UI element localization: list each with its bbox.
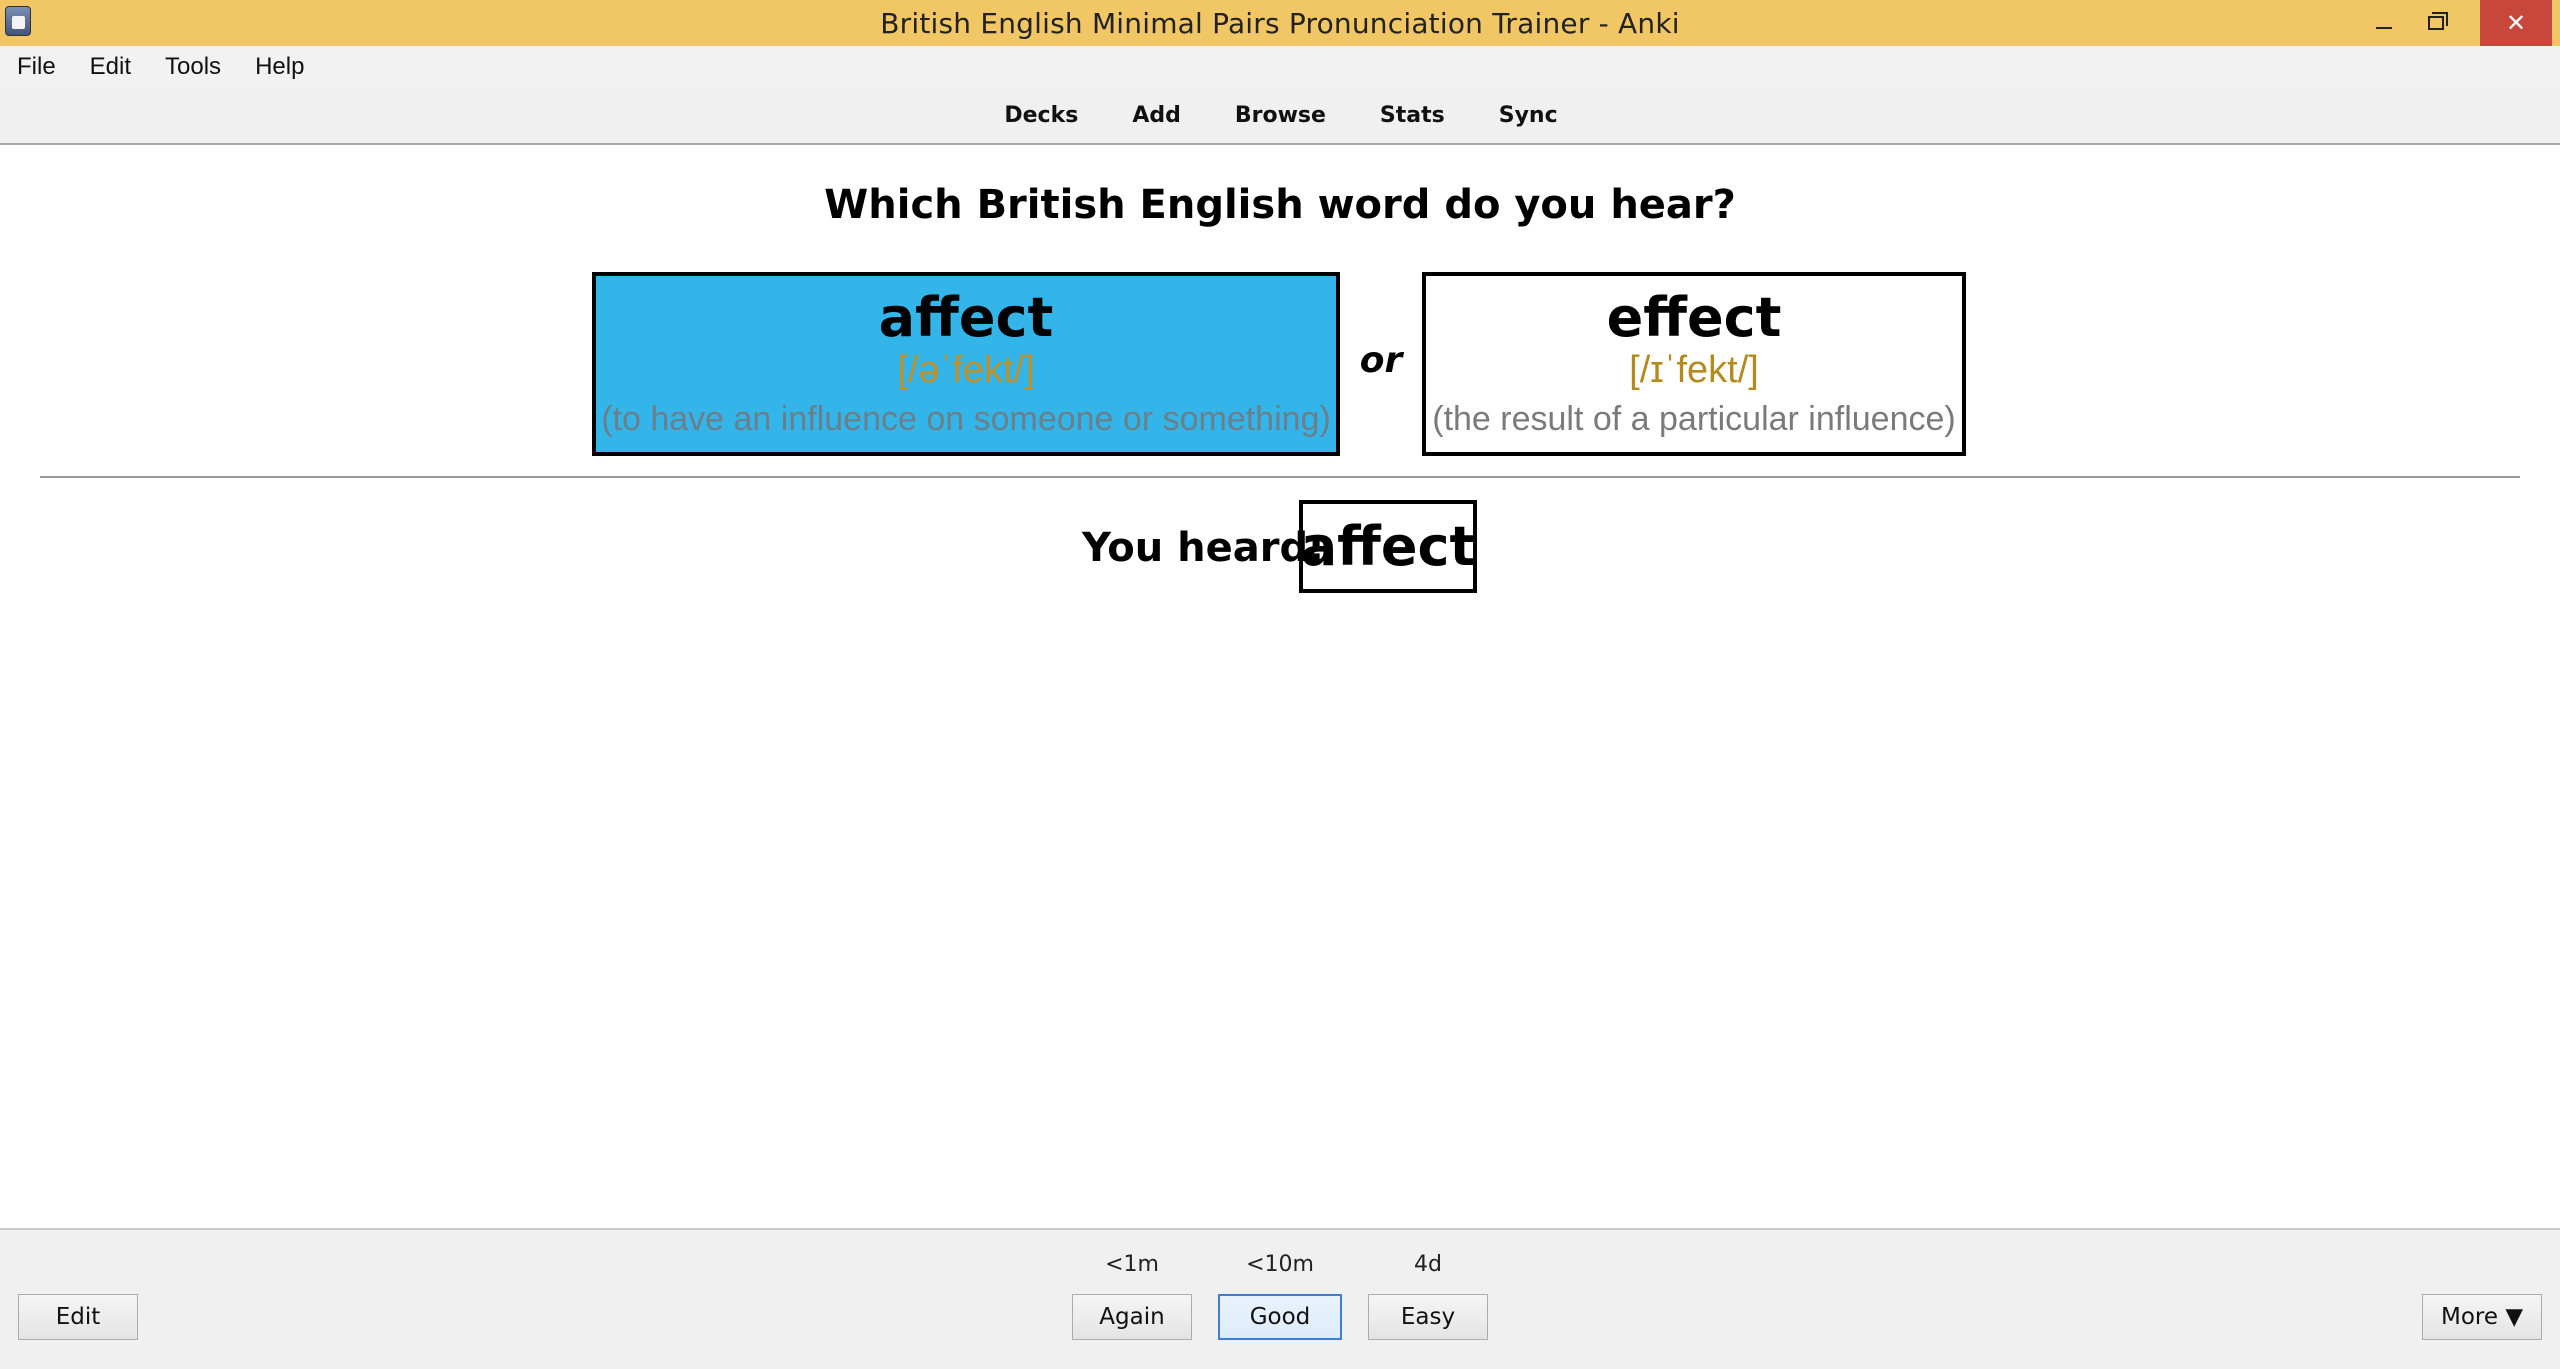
toolbar-add-link[interactable]: Add (1105, 103, 1208, 128)
again-button[interactable]: Again (1072, 1294, 1192, 1340)
answer-divider (40, 476, 2520, 478)
minimize-button[interactable] (2358, 0, 2410, 46)
card-question: Which British English word do you hear? (824, 182, 1736, 228)
restore-icon (2428, 12, 2448, 30)
choice-ipa: [/əˈfekt/] (897, 349, 1035, 391)
heard-word-box: affect (1299, 500, 1477, 593)
more-button[interactable]: More ▼ (2422, 1294, 2542, 1340)
restore-button[interactable] (2410, 0, 2462, 46)
edit-button[interactable]: Edit (18, 1294, 138, 1340)
menu-help[interactable]: Help (238, 53, 321, 81)
review-card: Which British English word do you hear? … (0, 145, 2560, 1228)
interval-easy: 4d (1414, 1252, 1442, 1277)
interval-again: <1m (1105, 1252, 1159, 1277)
choice-ipa: [/ɪˈfekt/] (1629, 349, 1759, 391)
toolbar-decks-link[interactable]: Decks (977, 103, 1105, 128)
menu-bar: File Edit Tools Help (0, 46, 2560, 87)
title-bar: British English Minimal Pairs Pronunciat… (0, 0, 2560, 46)
minimize-icon (2376, 27, 2392, 29)
toolbar-browse-link[interactable]: Browse (1208, 103, 1353, 128)
close-icon: ✕ (2505, 9, 2527, 37)
choice-word: effect (1606, 286, 1782, 349)
anki-app-icon[interactable] (5, 6, 31, 36)
easy-button[interactable]: Easy (1368, 1294, 1488, 1340)
menu-edit[interactable]: Edit (73, 53, 148, 81)
choice-gloss: (the result of a particular influence) (1432, 400, 1956, 438)
choice-gloss: (to have an influence on someone or some… (601, 400, 1331, 438)
heard-label: You heard: (1082, 525, 1325, 571)
toolbar-sync-link[interactable]: Sync (1472, 103, 1585, 128)
choice-word: affect (878, 286, 1054, 349)
menu-file[interactable]: File (0, 53, 73, 81)
good-button[interactable]: Good (1218, 1294, 1342, 1340)
choice-box-affect: affect [/əˈfekt/] (to have an influence … (592, 272, 1340, 456)
choice-box-effect: effect [/ɪˈfekt/] (the result of a parti… (1422, 272, 1966, 456)
interval-good: <10m (1246, 1252, 1314, 1277)
review-bottom-bar: Edit <1m <10m 4d Again Good Easy More ▼ (0, 1228, 2560, 1369)
main-toolbar: Decks Add Browse Stats Sync (0, 87, 2560, 145)
window-title: British English Minimal Pairs Pronunciat… (880, 6, 1680, 40)
close-button[interactable]: ✕ (2480, 0, 2552, 46)
menu-tools[interactable]: Tools (148, 53, 238, 81)
toolbar-stats-link[interactable]: Stats (1353, 103, 1472, 128)
or-separator: or (1359, 340, 1403, 381)
